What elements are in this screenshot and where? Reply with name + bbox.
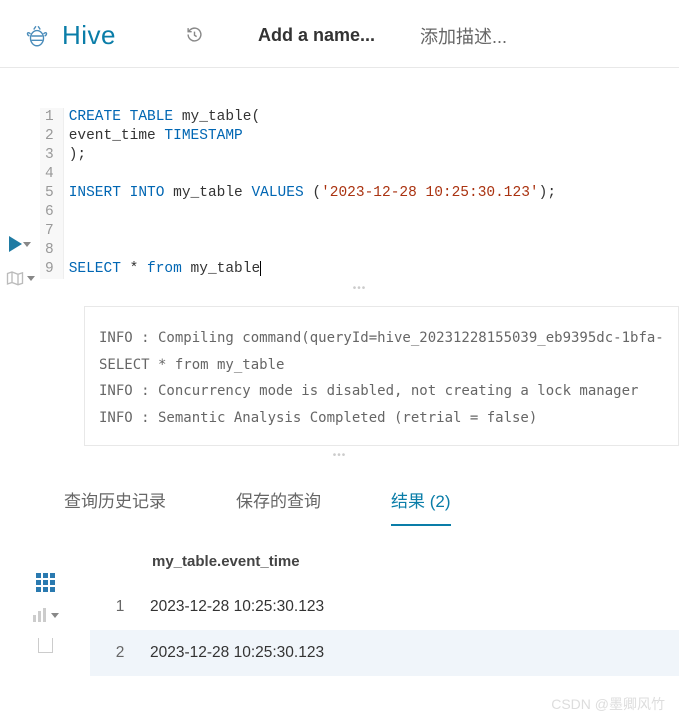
- code-content[interactable]: CREATE TABLE my_table( event_time TIMEST…: [64, 108, 679, 279]
- results-panel: my_table.event_time 1 2023-12-28 10:25:3…: [0, 545, 679, 676]
- row-index: 2: [90, 644, 150, 662]
- play-icon: [9, 236, 22, 252]
- line-number-gutter: 1 2 3 4 5 6 7 8 9: [40, 108, 64, 279]
- chevron-down-icon: [27, 276, 35, 281]
- row-index: 1: [90, 598, 150, 616]
- chevron-down-icon: [23, 242, 31, 247]
- download-icon[interactable]: [38, 638, 53, 653]
- row-value: 2023-12-28 10:25:30.123: [150, 644, 324, 662]
- row-value: 2023-12-28 10:25:30.123: [150, 598, 324, 616]
- header-bar: Hive Add a name... 添加描述...: [0, 0, 679, 67]
- logo-text: Hive: [62, 20, 116, 51]
- results-table: my_table.event_time 1 2023-12-28 10:25:3…: [90, 545, 679, 676]
- resize-handle[interactable]: •••: [0, 446, 679, 465]
- log-output[interactable]: INFO : Compiling command(queryId=hive_20…: [84, 306, 679, 446]
- table-row[interactable]: 1 2023-12-28 10:25:30.123: [90, 584, 679, 630]
- editor-panel: 1 2 3 4 5 6 7 8 9 CREATE TABLE my_table(…: [0, 108, 679, 446]
- hive-logo-icon: [24, 23, 50, 49]
- watermark: CSDN @墨卿风竹: [551, 694, 665, 714]
- map-icon: [6, 270, 24, 286]
- log-line: INFO : Concurrency mode is disabled, not…: [99, 378, 664, 405]
- log-line: SELECT * from my_table: [99, 352, 664, 379]
- add-description-field[interactable]: 添加描述...: [420, 23, 507, 49]
- result-tabs: 查询历史记录 保存的查询 结果 (2): [0, 465, 679, 527]
- run-button[interactable]: [9, 236, 31, 252]
- editor-gutter: [0, 108, 40, 446]
- chevron-down-icon: [51, 613, 59, 618]
- bar-chart-icon: [32, 608, 48, 622]
- sql-editor[interactable]: 1 2 3 4 5 6 7 8 9 CREATE TABLE my_table(…: [40, 108, 679, 279]
- results-toolbar: [0, 545, 90, 676]
- header-divider: [0, 67, 679, 68]
- tab-query-history[interactable]: 查询历史记录: [64, 487, 166, 526]
- grid-view-icon[interactable]: [36, 573, 55, 592]
- column-header[interactable]: my_table.event_time: [90, 545, 679, 584]
- log-line: INFO : Semantic Analysis Completed (retr…: [99, 405, 664, 432]
- chart-view-button[interactable]: [32, 608, 59, 622]
- history-icon[interactable]: [186, 26, 203, 46]
- logo: Hive: [24, 20, 116, 51]
- tab-results[interactable]: 结果 (2): [391, 487, 451, 526]
- resize-handle[interactable]: •••: [40, 279, 679, 298]
- log-line: INFO : Compiling command(queryId=hive_20…: [99, 325, 664, 352]
- tab-saved-queries[interactable]: 保存的查询: [236, 487, 321, 526]
- explorer-button[interactable]: [6, 270, 35, 286]
- add-name-field[interactable]: Add a name...: [258, 25, 375, 46]
- table-row[interactable]: 2 2023-12-28 10:25:30.123: [90, 630, 679, 676]
